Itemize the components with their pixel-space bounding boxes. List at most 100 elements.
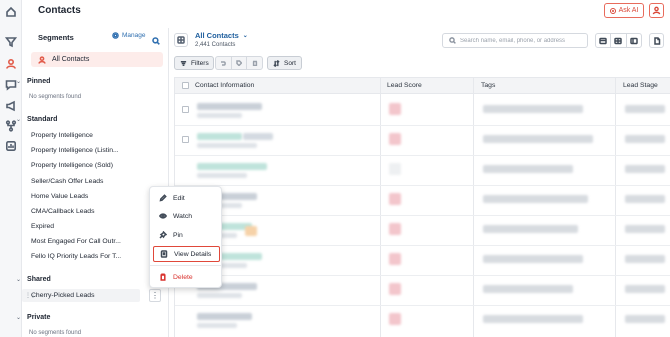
filter-icon: [180, 60, 187, 66]
contact-search-input[interactable]: [460, 37, 585, 44]
menu-divider: [150, 265, 221, 266]
menu-item-pin[interactable]: Pin: [153, 227, 220, 243]
segment-item-cherry-picked[interactable]: ⋮⋮ Cherry-Picked Leads: [22, 289, 140, 302]
redacted-stage: [625, 285, 665, 293]
redacted-stage: [625, 105, 665, 113]
redacted-score: [389, 103, 401, 115]
redacted-tags: [483, 255, 583, 263]
all-contacts-segment[interactable]: All Contacts: [31, 52, 163, 67]
redacted-contact: [197, 323, 237, 328]
contact-search-field[interactable]: [442, 33, 588, 48]
menu-item-delete[interactable]: Delete: [153, 269, 220, 285]
menu-item-edit[interactable]: Edit: [153, 190, 220, 206]
eye-icon: [159, 213, 167, 219]
drag-handle-icon[interactable]: ⋮⋮: [25, 292, 36, 299]
segment-item[interactable]: Home Value Leads: [31, 193, 88, 200]
funnel-icon[interactable]: [4, 35, 18, 49]
redacted-stage: [625, 135, 665, 143]
segment-item[interactable]: Fello IQ Priority Leads For T...: [31, 253, 121, 260]
row-divider: [175, 185, 670, 186]
redacted-tags: [483, 105, 583, 113]
group-pinned-toggle[interactable]: ⌄ Pinned: [16, 78, 50, 85]
bulk-actions-group: [215, 56, 263, 70]
menu-item-view-details[interactable]: View Details: [153, 246, 220, 262]
filters-label: Filters: [191, 59, 209, 67]
segment-item[interactable]: Expired: [31, 223, 54, 230]
column-header-contact[interactable]: Contact Information: [195, 82, 254, 89]
search-icon: [449, 37, 456, 44]
redacted-tags: [483, 225, 578, 233]
select-all-checkbox[interactable]: [182, 82, 189, 89]
redacted-contact: [197, 163, 267, 170]
segments-heading: Segments: [38, 33, 74, 42]
contacts-table: Contact Information Lead Score Tags Lead…: [174, 77, 670, 337]
redacted-stage: [625, 195, 665, 203]
gear-icon: [112, 32, 119, 39]
menu-item-watch[interactable]: Watch: [153, 208, 220, 224]
group-shared-toggle[interactable]: ⌄ Shared: [16, 276, 51, 283]
row-checkbox[interactable]: [182, 106, 189, 113]
contacts-group-icon: [38, 55, 46, 64]
ask-ai-label: Ask AI: [618, 7, 639, 14]
segment-item[interactable]: Property Intelligence: [31, 132, 93, 139]
redacted-score: [389, 253, 401, 265]
view-selector[interactable]: All Contacts ⌄: [195, 31, 248, 40]
manage-segments-button[interactable]: Manage: [112, 32, 146, 39]
tag-button[interactable]: [232, 57, 248, 69]
sort-icon: [273, 59, 280, 67]
bulk-delete-button[interactable]: [247, 57, 262, 69]
table-header: Contact Information Lead Score Tags Lead…: [175, 78, 670, 94]
megaphone-icon[interactable]: [4, 99, 18, 113]
list-view-button[interactable]: [596, 34, 612, 47]
card-view-button[interactable]: [627, 34, 641, 47]
redacted-tags: [483, 195, 588, 203]
redacted-score: [389, 283, 401, 295]
group-standard-label: Standard: [27, 116, 58, 123]
details-icon: [160, 250, 168, 258]
undo-icon: [221, 61, 227, 66]
segment-item[interactable]: Property Intelligence (Sold): [31, 162, 113, 169]
segment-item[interactable]: Seller/Cash Offer Leads: [31, 178, 103, 185]
document-icon: [653, 36, 660, 45]
segment-search-button[interactable]: [152, 32, 160, 45]
panel-divider: [168, 28, 169, 337]
row-checkbox[interactable]: [182, 136, 189, 143]
page-title: Contacts: [38, 5, 81, 16]
group-shared-label: Shared: [27, 276, 51, 283]
row-divider: [175, 215, 670, 216]
user-menu-button[interactable]: [649, 3, 664, 18]
card-icon: [630, 37, 638, 44]
column-divider: [473, 78, 474, 337]
sort-button[interactable]: Sort: [267, 56, 302, 70]
segment-context-menu: Edit Watch Pin View Details Delete: [149, 186, 222, 288]
row-divider: [175, 155, 670, 156]
redacted-tags: [483, 135, 593, 143]
segment-more-button[interactable]: ⋮: [149, 289, 161, 302]
column-header-tags[interactable]: Tags: [481, 82, 495, 89]
segment-item[interactable]: Most Engaged For Call Outr...: [31, 238, 121, 245]
redacted-contact: [243, 133, 273, 140]
group-private-toggle[interactable]: ⌄ Private: [16, 314, 50, 321]
row-divider: [175, 305, 670, 306]
group-standard-toggle[interactable]: ⌄ Standard: [16, 116, 57, 123]
redacted-score: [389, 223, 401, 235]
segment-item[interactable]: Property Intelligence (Listin...: [31, 147, 119, 154]
ask-ai-button[interactable]: Ask AI: [604, 3, 644, 18]
redacted-contact: [197, 113, 242, 118]
redacted-score: [389, 133, 401, 145]
redacted-contact: [197, 143, 257, 148]
left-rail: [0, 0, 22, 337]
export-button[interactable]: [649, 33, 664, 48]
filters-button[interactable]: Filters: [174, 56, 214, 70]
table-view-button[interactable]: [611, 34, 627, 47]
column-header-lead-score[interactable]: Lead Score: [387, 82, 422, 89]
redacted-stage: [625, 165, 665, 173]
redacted-contact: [197, 293, 242, 298]
contacts-icon[interactable]: [4, 57, 18, 71]
view-toggle-button[interactable]: [174, 33, 188, 47]
home-icon[interactable]: [4, 5, 18, 19]
reports-icon[interactable]: [4, 139, 18, 153]
column-header-lead-stage[interactable]: Lead Stage: [623, 82, 658, 89]
segment-item[interactable]: CMA/Callback Leads: [31, 208, 94, 215]
undo-button[interactable]: [216, 57, 232, 69]
